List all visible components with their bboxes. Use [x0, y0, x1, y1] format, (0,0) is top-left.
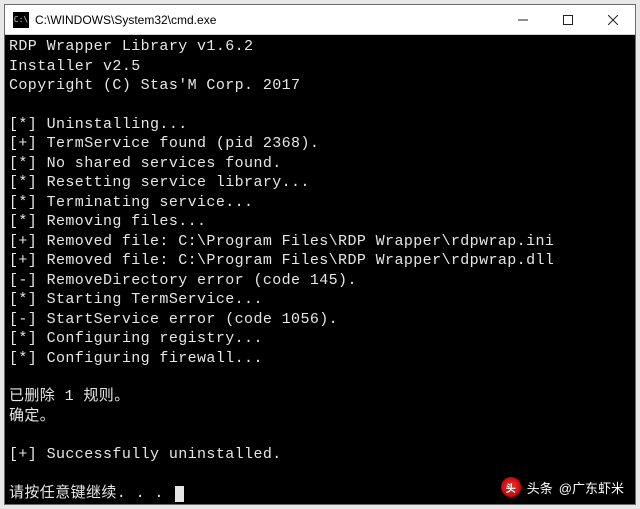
cmd-icon: C:\: [13, 12, 29, 28]
terminal-line: [*] Configuring firewall...: [9, 349, 631, 369]
terminal-line: Copyright (C) Stas'M Corp. 2017: [9, 76, 631, 96]
cmd-window: C:\ C:\WINDOWS\System32\cmd.exe RDP Wrap…: [4, 4, 636, 505]
terminal-line: [*] No shared services found.: [9, 154, 631, 174]
terminal-line: RDP Wrapper Library v1.6.2: [9, 37, 631, 57]
terminal-line: [-] StartService error (code 1056).: [9, 310, 631, 330]
close-button[interactable]: [590, 5, 635, 34]
terminal-line: [*] Starting TermService...: [9, 290, 631, 310]
terminal-line: [9, 96, 631, 115]
window-title: C:\WINDOWS\System32\cmd.exe: [35, 13, 500, 27]
watermark-prefix: 头条: [527, 478, 553, 497]
terminal-line: Installer v2.5: [9, 57, 631, 77]
terminal-line: [+] Removed file: C:\Program Files\RDP W…: [9, 251, 631, 271]
terminal-line: [9, 368, 631, 387]
terminal-line: [*] Uninstalling...: [9, 115, 631, 135]
terminal-line: [*] Configuring registry...: [9, 329, 631, 349]
terminal-output[interactable]: RDP Wrapper Library v1.6.2Installer v2.5…: [5, 35, 635, 504]
terminal-line: 已删除 1 规则。: [9, 387, 631, 407]
terminal-line: [*] Terminating service...: [9, 193, 631, 213]
terminal-line: [+] Successfully uninstalled.: [9, 445, 631, 465]
cursor-icon: [175, 486, 184, 502]
maximize-button[interactable]: [545, 5, 590, 34]
terminal-line: 确定。: [9, 407, 631, 427]
terminal-line: [*] Removing files...: [9, 212, 631, 232]
watermark-author: @广东虾米: [559, 478, 624, 497]
watermark-logo-icon: 头: [501, 477, 521, 497]
terminal-line: [9, 426, 631, 445]
terminal-line: [+] TermService found (pid 2368).: [9, 134, 631, 154]
terminal-line: [+] Removed file: C:\Program Files\RDP W…: [9, 232, 631, 252]
terminal-line: [*] Resetting service library...: [9, 173, 631, 193]
minimize-button[interactable]: [500, 5, 545, 34]
watermark: 头 头条 @广东虾米: [501, 477, 624, 497]
titlebar[interactable]: C:\ C:\WINDOWS\System32\cmd.exe: [5, 5, 635, 35]
window-controls: [500, 5, 635, 34]
terminal-line: [-] RemoveDirectory error (code 145).: [9, 271, 631, 291]
